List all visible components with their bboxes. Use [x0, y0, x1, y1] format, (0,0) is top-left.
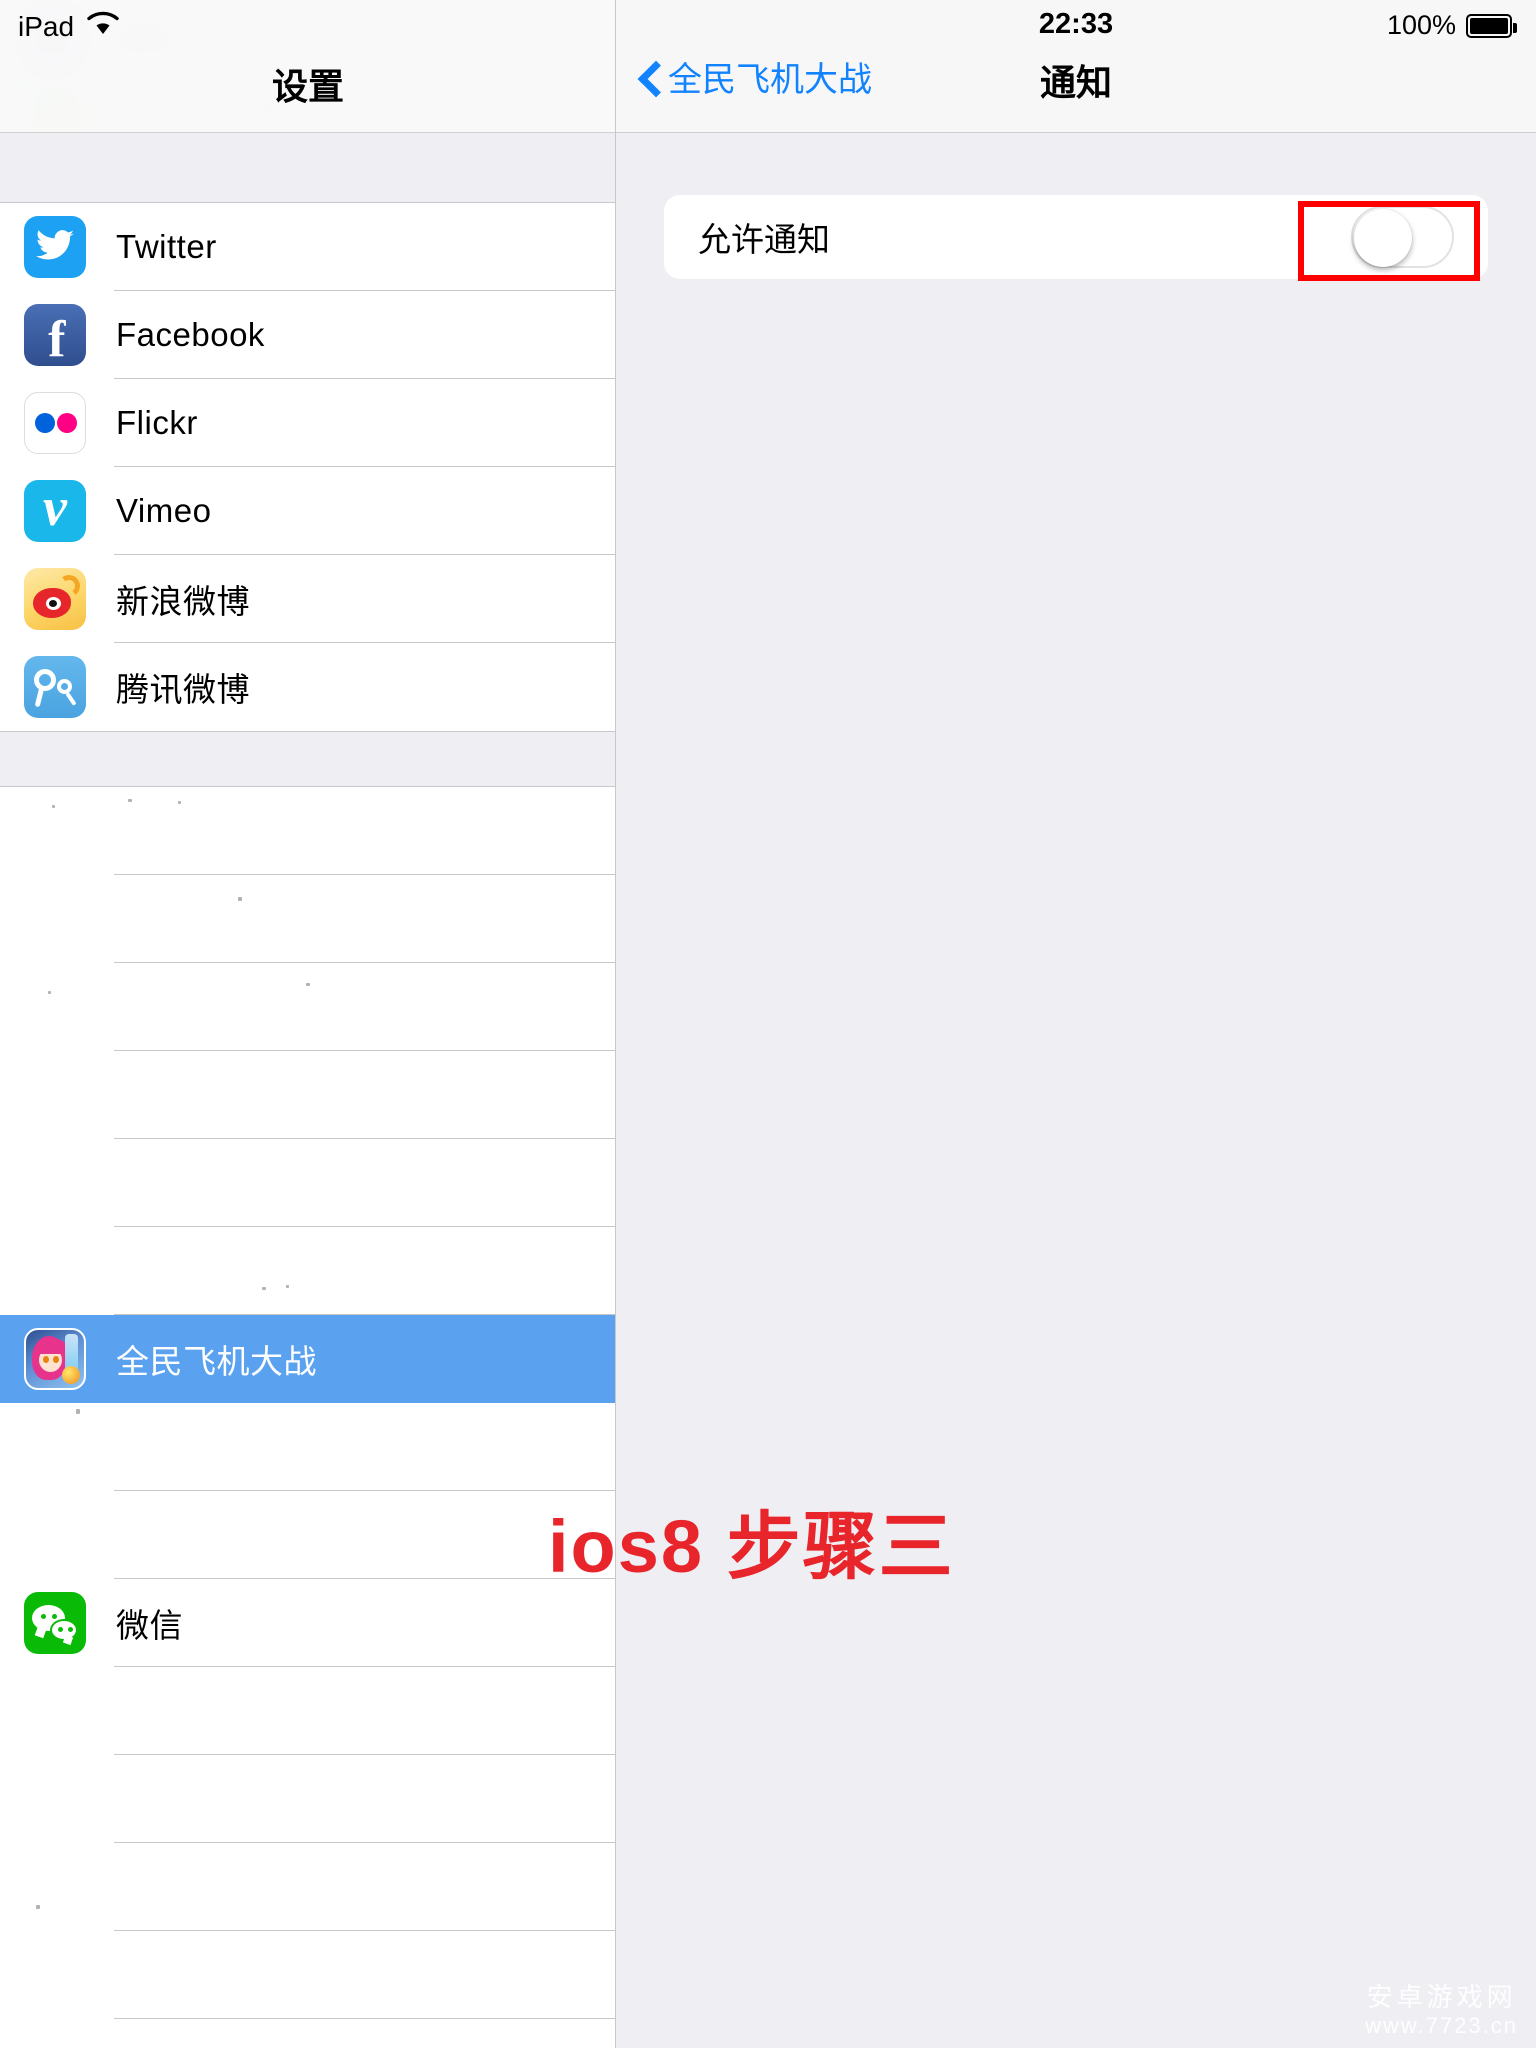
allow-notifications-toggle[interactable] — [1351, 206, 1454, 268]
detail-nav-bar: 22:33 100% 全民飞机大战 通知 — [616, 0, 1536, 133]
battery-icon — [1466, 13, 1517, 38]
page-title: 设置 — [271, 66, 344, 107]
toggle-knob — [1354, 209, 1412, 267]
list-item[interactable] — [0, 1491, 615, 1579]
sidebar-item-quanmin-feiji-dazhan[interactable]: 全民飞机大战 — [0, 1315, 615, 1403]
list-item[interactable] — [0, 1667, 615, 1755]
sidebar-item-facebook[interactable]: f Facebook — [0, 291, 615, 379]
sidebar-nav-bar: iPad 设置 — [0, 0, 615, 133]
sidebar-item-flickr[interactable]: Flickr — [0, 379, 615, 467]
sidebar-item-label: Vimeo — [116, 492, 212, 529]
sidebar-item-label: 腾讯微博 — [116, 671, 250, 708]
detail-scroll-area: 允许通知 — [616, 133, 1536, 2048]
list-item[interactable] — [0, 787, 615, 875]
group-gap — [0, 133, 615, 203]
sidebar-item-label: Flickr — [116, 404, 198, 441]
settings-sidebar: 播客 Game Center iPad 设置 — [0, 0, 616, 2048]
twitter-icon — [24, 216, 86, 278]
detail-page-title: 通知 — [1039, 62, 1112, 103]
status-bar-battery: 100% — [1386, 10, 1517, 41]
sidebar-item-twitter[interactable]: Twitter — [0, 203, 615, 291]
watermark: 安卓游戏网 www.7723.cn — [1365, 1981, 1518, 2038]
sidebar-item-sina-weibo[interactable]: 新浪微博 — [0, 555, 615, 643]
sidebar-item-label: 全民飞机大战 — [116, 1343, 317, 1380]
watermark-url: www.7723.cn — [1365, 2012, 1518, 2038]
group-gap — [0, 731, 615, 787]
list-item[interactable] — [0, 1931, 615, 2019]
list-item[interactable] — [0, 963, 615, 1051]
sidebar-item-tencent-weibo[interactable]: 腾讯微博 — [0, 643, 615, 731]
split-view: 播客 Game Center iPad 设置 — [0, 0, 1536, 2048]
sidebar-status-bar: iPad — [18, 10, 120, 43]
sidebar-item-label: Facebook — [116, 316, 265, 353]
wechat-icon — [24, 1592, 86, 1654]
sidebar-item-label: Twitter — [116, 228, 217, 265]
battery-percent-label: 100% — [1386, 10, 1456, 40]
list-item[interactable] — [0, 1403, 615, 1491]
allow-notifications-label: 允许通知 — [698, 221, 830, 258]
tencent-weibo-icon — [24, 656, 86, 718]
list-item[interactable] — [0, 875, 615, 963]
watermark-site-name: 安卓游戏网 — [1366, 1981, 1517, 2012]
list-item[interactable] — [0, 1139, 615, 1227]
flickr-icon — [24, 392, 86, 454]
list-item[interactable] — [0, 1755, 615, 1843]
sidebar-item-label: 新浪微博 — [116, 583, 250, 620]
notifications-detail-pane: 22:33 100% 全民飞机大战 通知 允许通知 — [616, 0, 1536, 2048]
list-item[interactable] — [0, 1843, 615, 1931]
vimeo-icon: v — [24, 480, 86, 542]
sidebar-item-vimeo[interactable]: v Vimeo — [0, 467, 615, 555]
list-item[interactable] — [0, 1227, 615, 1315]
list-item[interactable] — [0, 1051, 615, 1139]
sina-weibo-icon — [24, 568, 86, 630]
sidebar-item-label: 微信 — [116, 1607, 183, 1644]
sidebar-scroll-area[interactable]: Twitter f Facebook Flickr v Vimeo 新浪微博 腾… — [0, 133, 615, 2048]
quanmin-feiji-dazhan-icon — [24, 1328, 86, 1390]
sidebar-item-wechat[interactable]: 微信 — [0, 1579, 615, 1667]
facebook-icon: f — [24, 304, 86, 366]
step-annotation-text: ios8 步骤三 — [548, 1505, 955, 1588]
wifi-icon — [86, 10, 120, 43]
device-label: iPad — [18, 10, 75, 42]
allow-notifications-cell[interactable]: 允许通知 — [664, 195, 1488, 279]
